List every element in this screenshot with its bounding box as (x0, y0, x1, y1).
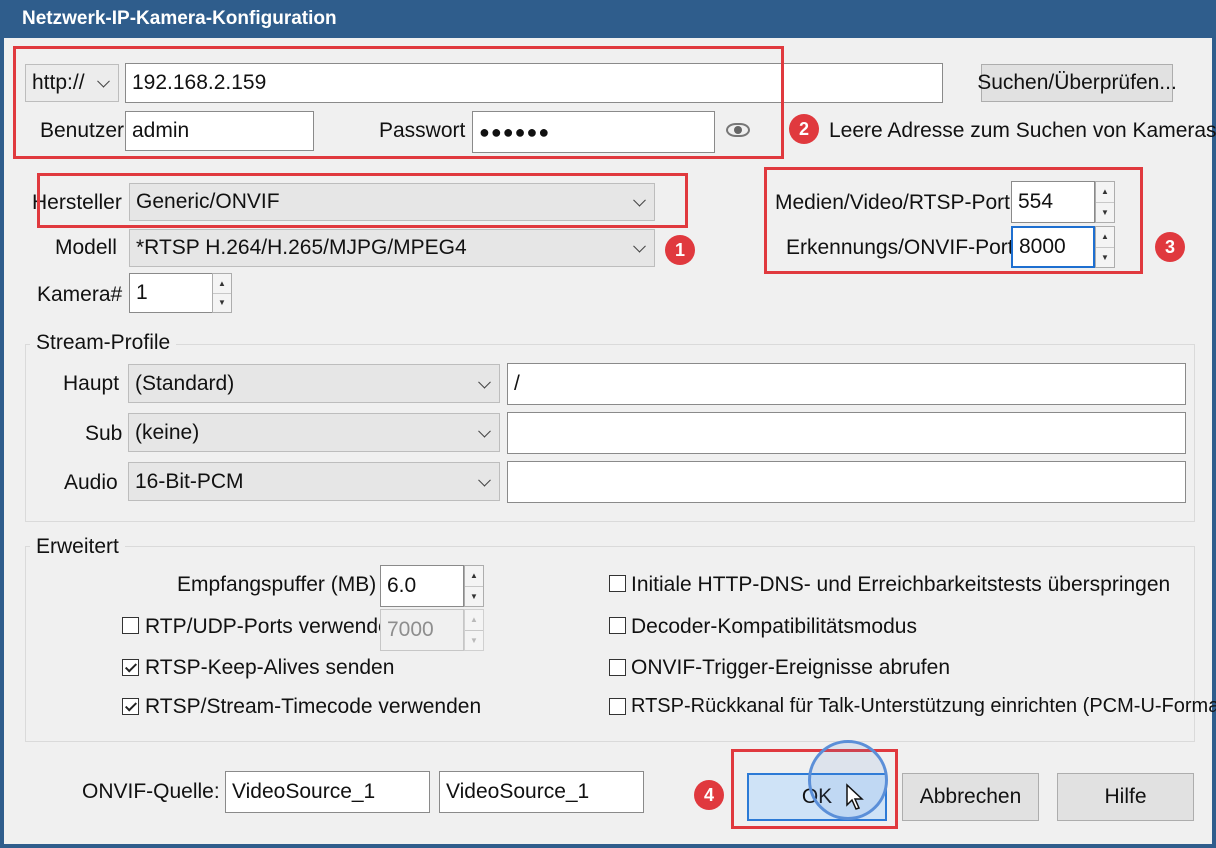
onvif-trigger-label: ONVIF-Trigger-Ereignisse abrufen (631, 656, 950, 679)
show-password-eye-icon[interactable] (726, 123, 750, 137)
onvif-source-label: ONVIF-Quelle: (82, 780, 220, 803)
annotation-badge-1: 1 (665, 235, 695, 265)
decoder-compat-checkbox[interactable] (609, 617, 626, 634)
onvif-port-spinner[interactable]: ▲ ▼ (1095, 226, 1115, 268)
model-value: *RTSP H.264/H.265/MJPG/MPEG4 (136, 236, 467, 259)
chevron-down-icon (478, 424, 491, 438)
search-hint: Leere Adresse zum Suchen von Kameras (829, 119, 1216, 142)
profile-sub-path-input[interactable] (507, 412, 1186, 454)
address-input[interactable]: 192.168.2.159 (125, 63, 943, 103)
timecode-label: RTSP/Stream-Timecode verwenden (145, 695, 482, 718)
backchannel-label: RTSP-Rückkanal für Talk-Unterstützung ei… (631, 695, 1216, 717)
chevron-down-icon (97, 74, 110, 88)
camera-number-spinner[interactable]: ▲ ▼ (212, 273, 232, 313)
mouse-cursor-icon (846, 783, 864, 810)
buffer-spinner[interactable]: ▲ ▼ (464, 565, 484, 607)
spin-down-icon[interactable]: ▼ (465, 587, 483, 607)
onvif-source-input-1[interactable]: VideoSource_1 (225, 771, 430, 813)
spin-down-icon[interactable]: ▼ (1096, 203, 1114, 223)
cancel-button[interactable]: Abbrechen (902, 773, 1039, 821)
annotation-badge-2: 2 (789, 114, 819, 144)
spin-down-icon[interactable]: ▼ (1096, 248, 1114, 268)
profile-main-label: Haupt (63, 372, 120, 395)
rtsp-port-input[interactable]: 554 (1011, 181, 1095, 223)
chevron-down-icon (478, 375, 491, 389)
decoder-compat-label: Decoder-Kompatibilitätsmodus (631, 615, 917, 638)
rtp-udp-label: RTP/UDP-Ports verwenden: (145, 615, 408, 638)
profile-main-value: (Standard) (135, 371, 235, 395)
profile-audio-value: 16-Bit-PCM (135, 469, 244, 493)
rtp-port-input[interactable]: 7000 (380, 609, 464, 651)
manufacturer-label: Hersteller (32, 191, 122, 214)
camera-number-input[interactable]: 1 (129, 273, 213, 313)
spin-down-icon[interactable]: ▼ (213, 294, 231, 313)
profile-main-path-input[interactable]: / (507, 363, 1186, 405)
annotation-badge-4: 4 (694, 780, 724, 810)
timecode-checkbox[interactable] (122, 698, 139, 715)
search-verify-button[interactable]: Suchen/Überprüfen... (977, 64, 1177, 102)
onvif-port-input[interactable]: 8000 (1011, 226, 1095, 268)
chevron-down-icon (633, 239, 646, 253)
rtp-udp-checkbox[interactable] (122, 617, 139, 634)
keepalive-checkbox[interactable] (122, 659, 139, 676)
buffer-input[interactable]: 6.0 (380, 565, 464, 607)
keepalive-label: RTSP-Keep-Alives senden (145, 656, 395, 679)
user-input[interactable]: admin (125, 111, 314, 151)
password-label: Passwort (379, 119, 466, 142)
profile-sub-value: (keine) (135, 420, 200, 444)
protocol-select[interactable]: http:// (25, 64, 119, 102)
camera-number-label: Kamera# (37, 283, 123, 306)
model-select[interactable]: *RTSP H.264/H.265/MJPG/MPEG4 (129, 229, 655, 267)
rtsp-port-spinner[interactable]: ▲ ▼ (1095, 181, 1115, 223)
profile-audio-path-input[interactable] (507, 461, 1186, 503)
skip-dns-label: Initiale HTTP-DNS- und Erreichbarkeitste… (631, 573, 1171, 596)
help-button[interactable]: Hilfe (1057, 773, 1194, 821)
profile-audio-select[interactable]: 16-Bit-PCM (128, 462, 500, 501)
spin-up-icon[interactable]: ▲ (1096, 227, 1114, 248)
spin-up-icon[interactable]: ▲ (213, 274, 231, 294)
protocol-value: http:// (32, 71, 85, 94)
model-label: Modell (55, 236, 117, 259)
profile-sub-select[interactable]: (keine) (128, 413, 500, 452)
password-input[interactable]: ●●●●●● (472, 111, 715, 153)
profile-sub-label: Sub (85, 422, 123, 445)
manufacturer-value: Generic/ONVIF (136, 190, 280, 213)
user-label: Benutzer (40, 119, 125, 142)
spin-up-icon[interactable]: ▲ (465, 610, 483, 631)
buffer-label: Empfangspuffer (MB) (177, 573, 377, 596)
profile-audio-label: Audio (64, 471, 118, 494)
spin-down-icon[interactable]: ▼ (465, 631, 483, 651)
rtsp-port-label: Medien/Video/RTSP-Port (775, 191, 1011, 214)
window-title: Netzwerk-IP-Kamera-Konfiguration (0, 0, 1216, 38)
spin-up-icon[interactable]: ▲ (465, 566, 483, 587)
onvif-port-label: Erkennungs/ONVIF-Port (786, 236, 1014, 259)
advanced-title: Erweitert (30, 535, 125, 559)
rtp-port-spinner[interactable]: ▲ ▼ (464, 609, 484, 651)
chevron-down-icon (633, 193, 646, 207)
backchannel-checkbox[interactable] (609, 698, 626, 715)
skip-dns-checkbox[interactable] (609, 575, 626, 592)
stream-profile-title: Stream-Profile (30, 331, 177, 355)
profile-main-select[interactable]: (Standard) (128, 364, 500, 403)
onvif-trigger-checkbox[interactable] (609, 659, 626, 676)
annotation-badge-3: 3 (1155, 232, 1185, 262)
onvif-source-input-2[interactable]: VideoSource_1 (439, 771, 644, 813)
manufacturer-select[interactable]: Generic/ONVIF (129, 183, 655, 221)
spin-up-icon[interactable]: ▲ (1096, 182, 1114, 203)
chevron-down-icon (478, 473, 491, 487)
